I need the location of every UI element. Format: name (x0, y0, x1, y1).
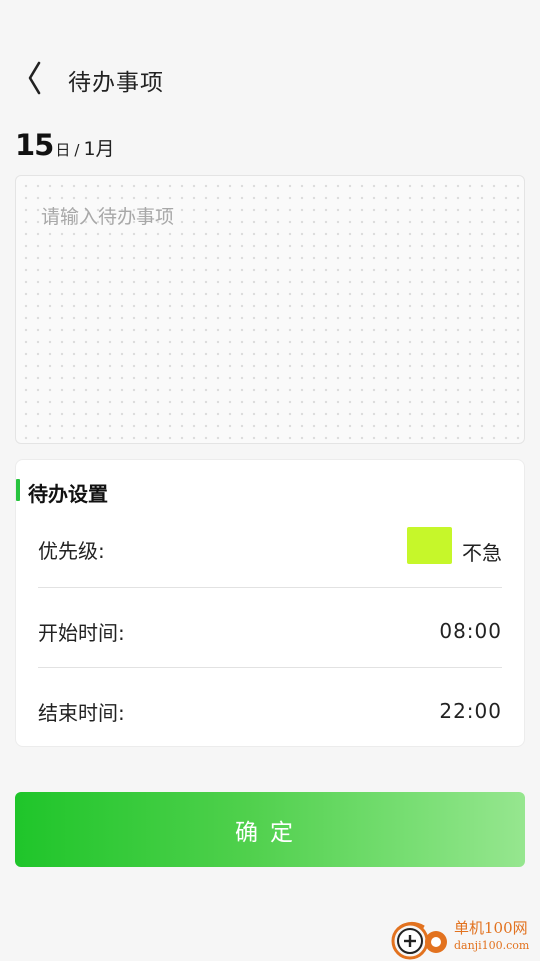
watermark-url: danji100.com (454, 939, 530, 952)
priority-value: 不急 (462, 541, 502, 565)
divider (38, 587, 502, 588)
todo-note-box (15, 175, 525, 444)
section-accent-bar (16, 479, 20, 501)
date-display: 15 日 / 1月 (15, 128, 115, 168)
priority-label: 优先级: (38, 539, 105, 563)
settings-title: 待办设置 (28, 482, 108, 506)
end-time-row[interactable]: 结束时间: 22:00 (38, 697, 502, 737)
start-time-label: 开始时间: (38, 621, 125, 645)
top-bar: 待办事项 (0, 40, 540, 116)
confirm-button[interactable]: 确定 (15, 792, 525, 867)
chevron-left-icon (28, 61, 41, 95)
back-button[interactable] (18, 56, 52, 100)
site-watermark: 单机100网 danji100.com (390, 917, 540, 960)
end-time-label: 结束时间: (38, 701, 125, 725)
watermark-name: 单机100网 (454, 919, 528, 937)
date-day: 15 (15, 128, 54, 162)
watermark-logo-icon (391, 922, 447, 960)
divider (38, 667, 502, 668)
todo-note-input[interactable] (16, 176, 524, 443)
end-time-value: 22:00 (439, 699, 502, 723)
date-day-unit: 日 (55, 141, 71, 159)
start-time-value: 08:00 (439, 619, 502, 643)
priority-row[interactable]: 优先级: 不急 (38, 527, 502, 615)
start-time-row[interactable]: 开始时间: 08:00 (38, 617, 502, 697)
todo-settings-card: 待办设置 优先级: 不急 开始时间: 08:00 结束时间: 22:00 (15, 459, 525, 747)
date-separator: / (74, 141, 80, 159)
priority-color-swatch (407, 527, 452, 564)
date-month: 1月 (83, 138, 115, 160)
page-title: 待办事项 (68, 70, 164, 96)
